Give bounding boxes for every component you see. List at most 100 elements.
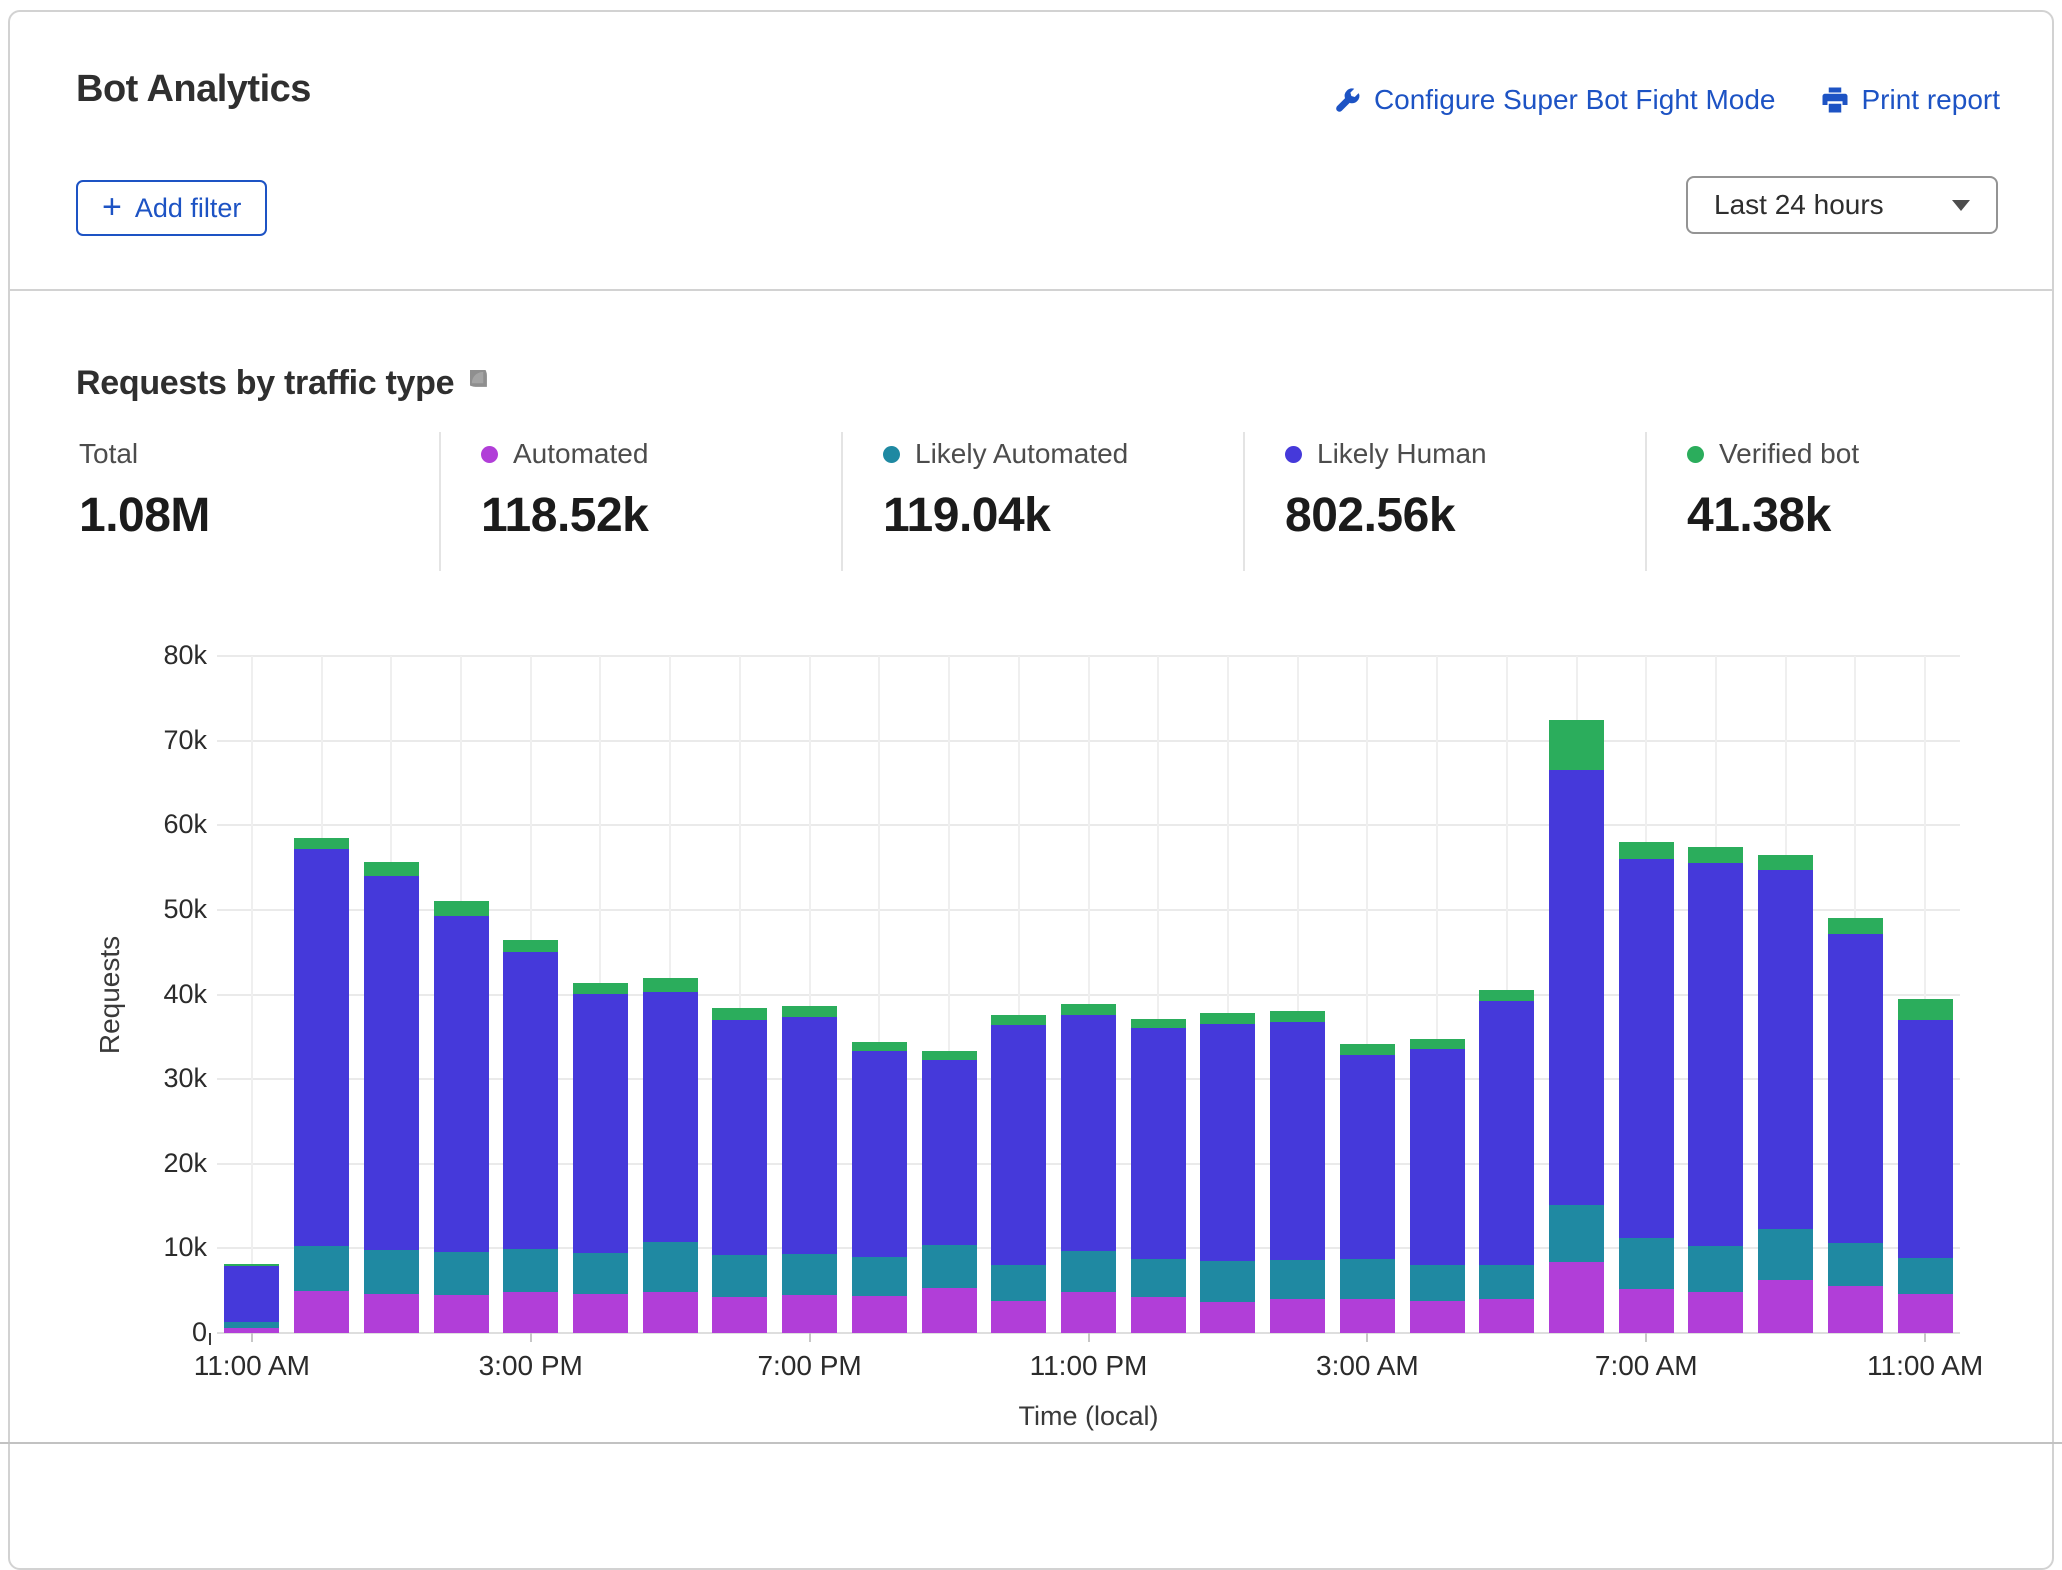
bar-segment-verified-bot <box>991 1015 1046 1025</box>
bottom-section-divider <box>0 1442 2062 1444</box>
bar-stack-hour-1[interactable] <box>294 838 349 1333</box>
bar-segment-likely-human <box>224 1266 279 1322</box>
bar-stack-hour-23[interactable] <box>1828 918 1883 1333</box>
bar-segment-likely-automated <box>1549 1205 1604 1262</box>
bar-stack-hour-24[interactable] <box>1898 999 1953 1333</box>
time-range-select[interactable]: Last 24 hours <box>1686 176 1998 234</box>
bar-stack-hour-14[interactable] <box>1200 1013 1255 1333</box>
bar-stack-hour-2[interactable] <box>364 862 419 1333</box>
bar-segment-likely-automated <box>1410 1265 1465 1301</box>
bar-segment-automated <box>503 1292 558 1333</box>
header-links: Configure Super Bot Fight Mode Print rep… <box>1332 84 2000 116</box>
bar-stack-hour-21[interactable] <box>1688 847 1743 1333</box>
bar-segment-verified-bot <box>1549 720 1604 770</box>
print-report-label: Print report <box>1862 84 2001 116</box>
bar-segment-verified-bot <box>1410 1039 1465 1049</box>
bar-stack-hour-0[interactable] <box>224 1264 279 1333</box>
gridline-y-80k <box>217 655 1960 657</box>
x-tick-2 <box>809 1333 811 1342</box>
bar-segment-likely-human <box>1898 1020 1953 1258</box>
x-axis-origin-tick <box>209 1333 211 1345</box>
x-axis-label-1: 3:00 PM <box>421 1350 641 1382</box>
stat-label: Total <box>79 438 138 470</box>
bar-segment-likely-human <box>922 1060 977 1245</box>
bar-segment-verified-bot <box>782 1006 837 1018</box>
x-axis-title: Time (local) <box>939 1401 1239 1432</box>
bar-stack-hour-13[interactable] <box>1131 1019 1186 1333</box>
bar-segment-automated <box>1061 1292 1116 1333</box>
bar-segment-likely-human <box>1828 934 1883 1244</box>
bar-stack-hour-22[interactable] <box>1758 855 1813 1333</box>
stat-label-row: Likely Automated <box>883 438 1243 470</box>
stat-automated[interactable]: Automated118.52k <box>439 432 841 571</box>
bar-segment-likely-human <box>1270 1022 1325 1260</box>
bar-segment-likely-automated <box>1479 1265 1534 1299</box>
y-axis-label-10k: 10k <box>97 1232 207 1263</box>
requests-by-traffic-type-chart: 010k20k30k40k50k60k70k80k11:00 AM3:00 PM… <box>10 12 2052 1568</box>
bar-segment-automated <box>1828 1286 1883 1333</box>
bar-stack-hour-5[interactable] <box>573 983 628 1333</box>
bar-stack-hour-19[interactable] <box>1549 720 1604 1333</box>
bar-segment-automated <box>1410 1301 1465 1333</box>
plus-icon: + <box>102 190 122 224</box>
bar-stack-hour-4[interactable] <box>503 940 558 1333</box>
bar-stack-hour-3[interactable] <box>434 901 489 1333</box>
traffic-type-stats-row: Total1.08MAutomated118.52kLikely Automat… <box>55 432 2047 571</box>
bar-segment-likely-human <box>1410 1049 1465 1265</box>
bar-stack-hour-10[interactable] <box>922 1051 977 1333</box>
stat-value: 802.56k <box>1285 488 1645 543</box>
bar-segment-likely-automated <box>294 1246 349 1291</box>
x-axis-label-3: 11:00 PM <box>979 1350 1199 1382</box>
gridline-y-60k <box>217 824 1960 826</box>
bar-segment-likely-automated <box>1828 1243 1883 1286</box>
bar-segment-verified-bot <box>852 1042 907 1051</box>
stat-total[interactable]: Total 1.08M <box>55 432 439 571</box>
bar-stack-hour-11[interactable] <box>991 1015 1046 1333</box>
bar-segment-automated <box>1688 1292 1743 1333</box>
bar-segment-likely-automated <box>922 1245 977 1288</box>
bar-stack-hour-7[interactable] <box>712 1008 767 1333</box>
bar-stack-hour-17[interactable] <box>1410 1039 1465 1333</box>
bar-segment-likely-human <box>643 992 698 1242</box>
bar-segment-likely-human <box>1758 870 1813 1229</box>
x-axis-label-0: 11:00 AM <box>142 1350 362 1382</box>
print-report-link[interactable]: Print report <box>1820 84 2001 116</box>
bar-segment-likely-automated <box>1131 1259 1186 1297</box>
bar-stack-hour-20[interactable] <box>1619 842 1674 1333</box>
configure-super-bot-fight-mode-link[interactable]: Configure Super Bot Fight Mode <box>1332 84 1776 116</box>
stat-value: 119.04k <box>883 488 1243 543</box>
bar-segment-verified-bot <box>364 862 419 876</box>
bar-segment-likely-human <box>1619 859 1674 1238</box>
bar-segment-automated <box>991 1301 1046 1333</box>
x-tick-0 <box>251 1333 253 1342</box>
stat-verified-bot[interactable]: Verified bot41.38k <box>1645 432 2047 571</box>
bar-segment-likely-automated <box>712 1255 767 1297</box>
add-filter-button[interactable]: + Add filter <box>76 180 267 236</box>
stat-likely-human[interactable]: Likely Human802.56k <box>1243 432 1645 571</box>
bar-segment-automated <box>1619 1289 1674 1333</box>
legend-dot-automated <box>481 446 498 463</box>
bar-segment-verified-bot <box>1270 1011 1325 1022</box>
bar-stack-hour-9[interactable] <box>852 1042 907 1333</box>
bar-segment-likely-automated <box>503 1249 558 1291</box>
bar-segment-verified-bot <box>1131 1019 1186 1028</box>
bar-segment-automated <box>1270 1299 1325 1333</box>
x-tick-3 <box>1088 1333 1090 1342</box>
x-axis-label-6: 11:00 AM <box>1815 1350 2035 1382</box>
header-divider <box>8 289 2054 291</box>
bar-segment-likely-human <box>1131 1028 1186 1258</box>
bar-stack-hour-12[interactable] <box>1061 1004 1116 1333</box>
bar-stack-hour-15[interactable] <box>1270 1011 1325 1333</box>
bar-stack-hour-6[interactable] <box>643 978 698 1333</box>
bar-stack-hour-16[interactable] <box>1340 1044 1395 1333</box>
bar-segment-verified-bot <box>294 838 349 849</box>
bar-segment-automated <box>1479 1299 1534 1333</box>
gridline-x-0 <box>251 656 253 1333</box>
bar-segment-likely-automated <box>1270 1260 1325 1299</box>
stat-value: 1.08M <box>79 488 439 543</box>
bar-segment-automated <box>782 1295 837 1333</box>
stat-likely-automated[interactable]: Likely Automated 119.04k <box>841 432 1243 571</box>
bar-stack-hour-8[interactable] <box>782 1006 837 1333</box>
y-axis-label-70k: 70k <box>97 725 207 756</box>
bar-stack-hour-18[interactable] <box>1479 990 1534 1333</box>
